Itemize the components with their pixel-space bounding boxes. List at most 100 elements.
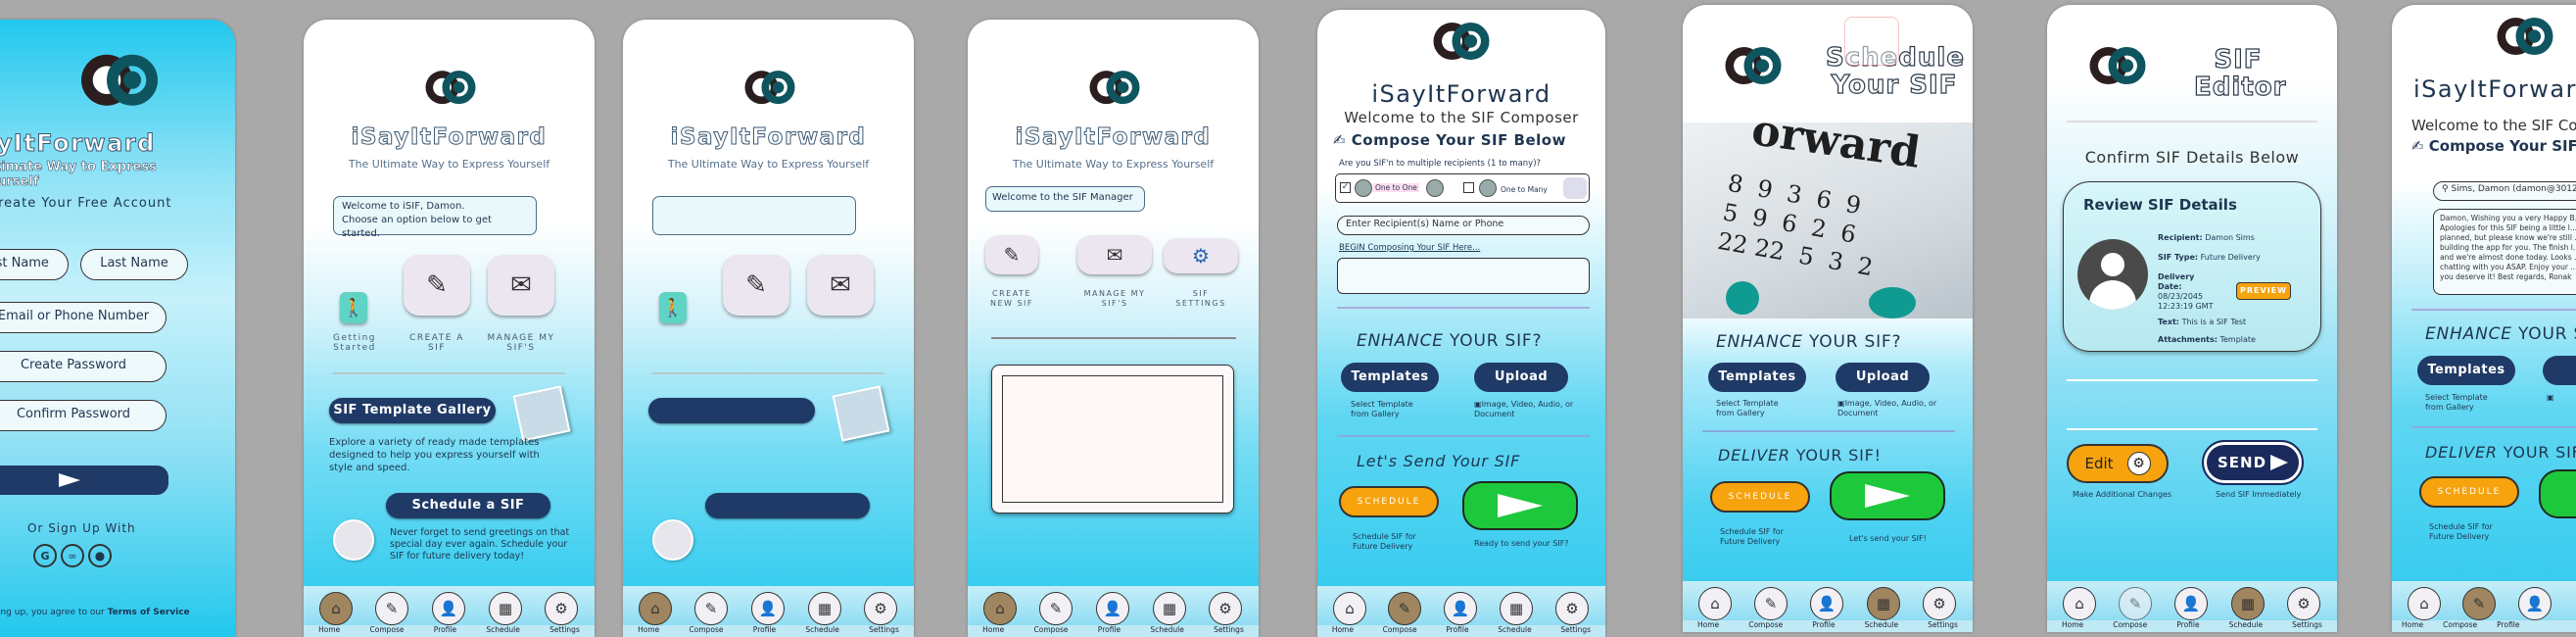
nav-profile-button[interactable]: 👤	[1444, 592, 1477, 625]
templates-button[interactable]: Templates	[1341, 363, 1439, 392]
upload-button[interactable]	[2543, 356, 2576, 385]
confirm-password-field[interactable]: Confirm Password	[0, 400, 167, 431]
nav-schedule-button[interactable]: ▦	[2231, 587, 2265, 620]
getting-started-button[interactable]: 🚶	[659, 292, 687, 323]
schedule-button[interactable]: SCHEDULE	[1339, 486, 1439, 517]
edit-button[interactable]: Edit ⚙	[2067, 444, 2169, 483]
getting-started-button[interactable]: 🚶	[340, 292, 367, 323]
email-field[interactable]: Email or Phone Number	[0, 302, 167, 333]
nav-settings-button[interactable]: ⚙	[864, 592, 897, 625]
nav-home-button[interactable]: ⌂	[1698, 587, 1732, 620]
send-now-button[interactable]	[1830, 471, 1945, 520]
sif-settings-button[interactable]: ⚙	[1164, 238, 1238, 273]
upload-button[interactable]: Upload	[1474, 363, 1568, 392]
nav-settings-button[interactable]: ⚙	[545, 592, 578, 625]
sif-settings-label: SIF SETTINGS	[1175, 289, 1226, 308]
send-now-button[interactable]	[2539, 469, 2576, 518]
nav-home-button[interactable]: ⌂	[983, 592, 1017, 625]
apple-icon[interactable]: ●	[88, 544, 112, 567]
edit-note: Make Additional Changes	[2073, 490, 2172, 499]
nav-home-button[interactable]: ⌂	[2408, 587, 2441, 620]
nav-profile-button[interactable]: 👤	[1810, 587, 1843, 620]
nav-settings-button[interactable]: ⚙	[1923, 587, 1956, 620]
nav-home-button[interactable]: ⌂	[1333, 592, 1366, 625]
divider	[2411, 426, 2576, 428]
template-gallery-button[interactable]: SIF Template Gallery	[329, 398, 496, 423]
nav-compose-button[interactable]: ✎	[1754, 587, 1788, 620]
nav-compose-button[interactable]: ✎	[375, 592, 408, 625]
nav-settings-button[interactable]: ⚙	[2287, 587, 2320, 620]
nav-settings-button[interactable]: ⚙	[1209, 592, 1242, 625]
nav-schedule-button[interactable]: ▦	[1500, 592, 1533, 625]
nav-home-button[interactable]: ⌂	[319, 592, 353, 625]
nav-compose-button[interactable]: ✎	[2462, 587, 2496, 620]
schedule-button[interactable]: SCHEDULE	[1710, 481, 1810, 513]
template-gallery-button-placeholder[interactable]	[648, 398, 815, 423]
nav-home-button[interactable]: ⌂	[2063, 587, 2096, 620]
templates-note: Select Template from Gallery	[1351, 400, 1413, 418]
nav-profile-button[interactable]: 👤	[1096, 592, 1129, 625]
app-name: iSayItForward	[0, 129, 156, 158]
nav-schedule-button[interactable]: ▦	[489, 592, 522, 625]
sif-list-panel[interactable]	[991, 365, 1234, 514]
templates-button[interactable]: Templates	[1708, 363, 1806, 392]
nav-schedule-button[interactable]: ▦	[1867, 587, 1900, 620]
password-field[interactable]: Create Password	[0, 351, 167, 382]
nav-settings-button[interactable]: ⚙	[1555, 592, 1589, 625]
first-name-field[interactable]: First Name	[0, 249, 69, 280]
nav-schedule-button[interactable]: ▦	[1153, 592, 1186, 625]
composer-filled-screen: iSayItForward Welcome to the SIF Compose…	[2392, 5, 2576, 632]
preview-button[interactable]: PREVIEW	[2236, 282, 2291, 300]
google-icon[interactable]: G	[33, 544, 57, 567]
create-new-sif-button[interactable]: ✎	[985, 235, 1038, 274]
nav-labels: Home Compose Profile Schedule Settings	[1317, 625, 1605, 637]
create-sif-button[interactable]: ✎	[723, 255, 789, 316]
schedule-sif-button[interactable]: Schedule a SIF	[386, 493, 550, 518]
send-now-button[interactable]	[1462, 481, 1578, 530]
nav-compose-button[interactable]: ✎	[1388, 592, 1421, 625]
nav-schedule-button[interactable]: ▦	[808, 592, 841, 625]
text-detail: Text: This is a SIF Test	[2158, 318, 2247, 326]
nav-profile-button[interactable]: 👤	[751, 592, 785, 625]
arrow-right-icon	[59, 473, 80, 487]
terms-link[interactable]: Terms of Service	[108, 608, 190, 617]
home-icon: ⌂	[1345, 600, 1355, 617]
last-name-field[interactable]: Last Name	[80, 249, 188, 280]
schedule-button[interactable]: SCHEDULE	[2419, 476, 2519, 508]
bottom-nav: ⌂ ✎ 👤 ▦ ⚙ Home Compose Profile Schedule Sett…	[623, 586, 914, 637]
home-icon: ⌂	[650, 600, 660, 617]
bottom-nav: ⌂ ✎ 👤 ▦ ⚙ Home Compose Profile Schedule Sett…	[1317, 586, 1605, 637]
user-icon: 👤	[2525, 595, 2545, 612]
nav-profile-button[interactable]: 👤	[2518, 587, 2552, 620]
nav-profile-button[interactable]: 👤	[432, 592, 465, 625]
manage-sifs-button[interactable]: ✉	[1077, 235, 1152, 274]
create-sif-button[interactable]: ✎	[404, 255, 470, 316]
templates-button[interactable]: Templates	[2417, 356, 2515, 385]
schedule-sif-button-placeholder[interactable]	[705, 493, 870, 518]
nav-home-button[interactable]: ⌂	[639, 592, 672, 625]
edit-icon: ✎	[385, 600, 399, 617]
nav-compose-button[interactable]: ✎	[694, 592, 728, 625]
meta-icon[interactable]: ∞	[61, 544, 84, 567]
recipient-input[interactable]: Enter Recipient(s) Name or Phone	[1337, 216, 1590, 235]
teal-button-art	[1869, 287, 1916, 318]
nav-compose-button[interactable]: ✎	[2119, 587, 2152, 620]
one-to-many-checkbox[interactable]	[1463, 182, 1474, 193]
nav-compose-button[interactable]: ✎	[1039, 592, 1073, 625]
bottom-nav: ⌂ ✎ 👤 ▦ ⚙ Home Compose Profile Schedule Sett…	[968, 586, 1259, 637]
message-textarea[interactable]	[1337, 258, 1590, 294]
nav-labels: Home Compose Profile Schedule Settings	[623, 625, 914, 637]
upload-button[interactable]: Upload	[1836, 363, 1930, 392]
manage-sifs-button[interactable]: ✉	[807, 255, 874, 316]
recipient-input[interactable]: ⚲ Sims, Damon (damon@3012	[2433, 181, 2576, 201]
message-textarea[interactable]: Damon, Wishing you a very Happy B... Apo…	[2433, 209, 2576, 295]
send-button[interactable]: SEND	[2202, 440, 2304, 485]
one-to-one-checkbox[interactable]: ✓	[1340, 182, 1351, 193]
nav-profile-button[interactable]: 👤	[2174, 587, 2208, 620]
calendar-hero-image: orward 8 9 3 6 95 9 6 2 6 22 22 5 3 2	[1683, 122, 1973, 318]
app-logo	[1088, 68, 1141, 110]
submit-button[interactable]	[0, 466, 168, 495]
manage-sifs-button[interactable]: ✉	[488, 255, 554, 316]
ready-note: Ready to send your SIF?	[1474, 539, 1569, 548]
upload-note: ▣Image, Video, Audio, or Document	[1474, 400, 1574, 418]
